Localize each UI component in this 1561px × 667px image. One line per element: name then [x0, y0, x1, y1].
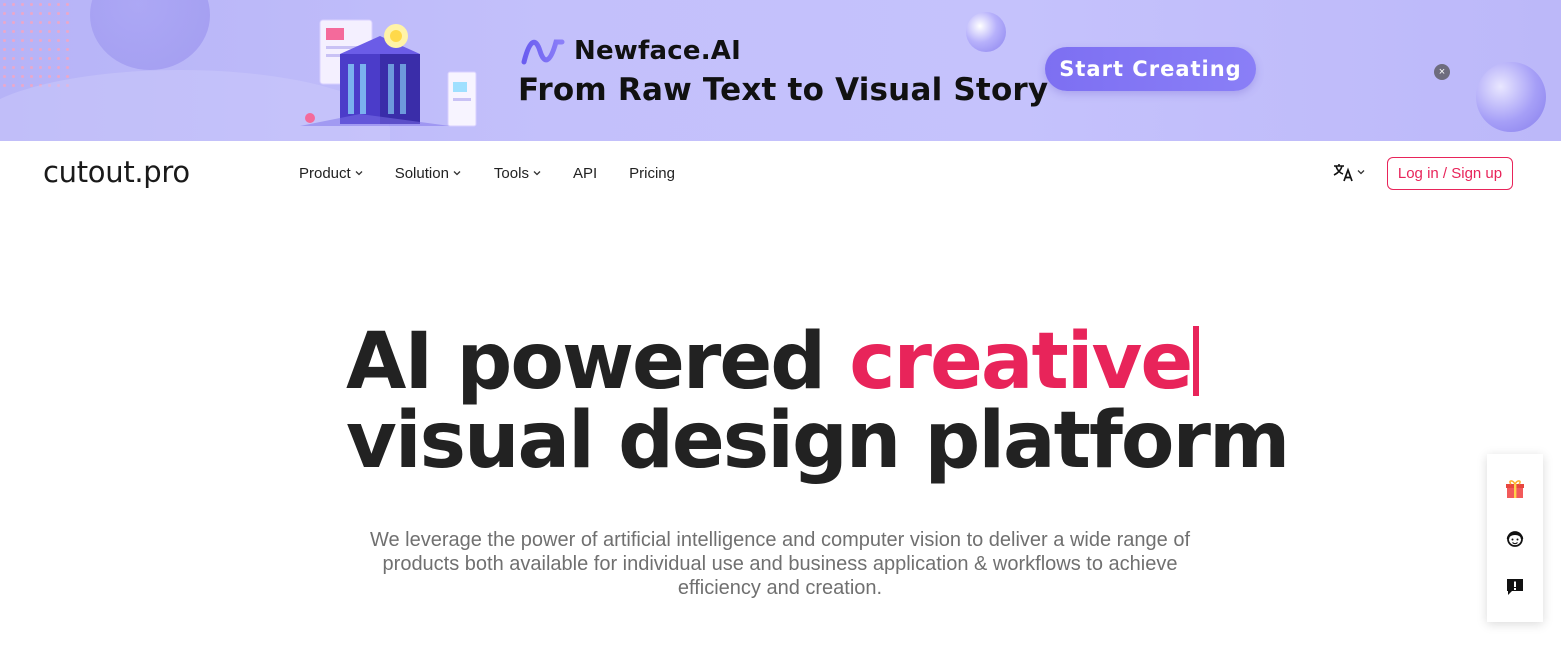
nav-item-label: API — [572, 164, 598, 182]
login-signup-button[interactable]: Log in / Sign up — [1387, 157, 1513, 190]
gift-icon[interactable] — [1504, 478, 1526, 500]
top-navigation: cutout.pro Product Solution Tools API Pr… — [0, 141, 1561, 205]
nav-item-pricing[interactable]: Pricing — [629, 165, 675, 182]
newface-logo[interactable]: Newface.AI — [520, 34, 741, 68]
chevron-down-icon — [453, 171, 461, 176]
banner-sphere-decoration — [966, 12, 1006, 52]
newface-brand-name: Newface.AI — [574, 36, 741, 66]
banner-close-icon[interactable]: × — [1434, 64, 1450, 80]
nav-item-tools[interactable]: Tools — [494, 165, 541, 182]
banner-sphere-large-decoration — [1476, 62, 1546, 132]
hero-title-accent: creative — [849, 317, 1193, 407]
hero-title-prefix: AI powered — [346, 317, 850, 407]
nav-item-label: Tools — [493, 164, 529, 182]
cutout-logo[interactable]: cutout.pro — [43, 155, 190, 189]
start-creating-button[interactable]: Start Creating — [1045, 47, 1256, 91]
typing-caret — [1193, 326, 1200, 396]
banner-dots-decoration — [0, 0, 70, 90]
hero-subtitle: We leverage the power of artificial inte… — [369, 529, 1191, 599]
promo-banner[interactable]: Newface.AI From Raw Text to Visual Story… — [0, 0, 1561, 141]
nav-item-label: Solution — [394, 164, 449, 182]
chevron-down-icon — [533, 171, 541, 176]
nav-item-product[interactable]: Product — [299, 165, 363, 182]
chevron-down-icon — [1357, 170, 1365, 175]
nav-item-api[interactable]: API — [573, 165, 597, 182]
city-illustration-icon — [300, 19, 477, 127]
feedback-icon[interactable] — [1504, 576, 1526, 598]
language-selector[interactable] — [1332, 161, 1365, 183]
hero-title-line1: AI powered creative — [346, 323, 1200, 401]
banner-blob-decoration — [90, 0, 210, 70]
newface-logo-icon — [521, 39, 565, 65]
hero-title-line2: visual design platform — [346, 396, 1290, 486]
banner-tagline: From Raw Text to Visual Story — [518, 72, 1049, 108]
support-agent-icon[interactable] — [1504, 527, 1526, 549]
main-menu: Product Solution Tools API Pricing — [299, 141, 707, 205]
chevron-down-icon — [355, 171, 363, 176]
nav-item-label: Product — [299, 164, 351, 182]
floating-side-toolbar — [1487, 454, 1543, 622]
translate-icon — [1333, 164, 1353, 182]
nav-item-solution[interactable]: Solution — [395, 165, 461, 182]
nav-item-label: Pricing — [629, 164, 675, 182]
